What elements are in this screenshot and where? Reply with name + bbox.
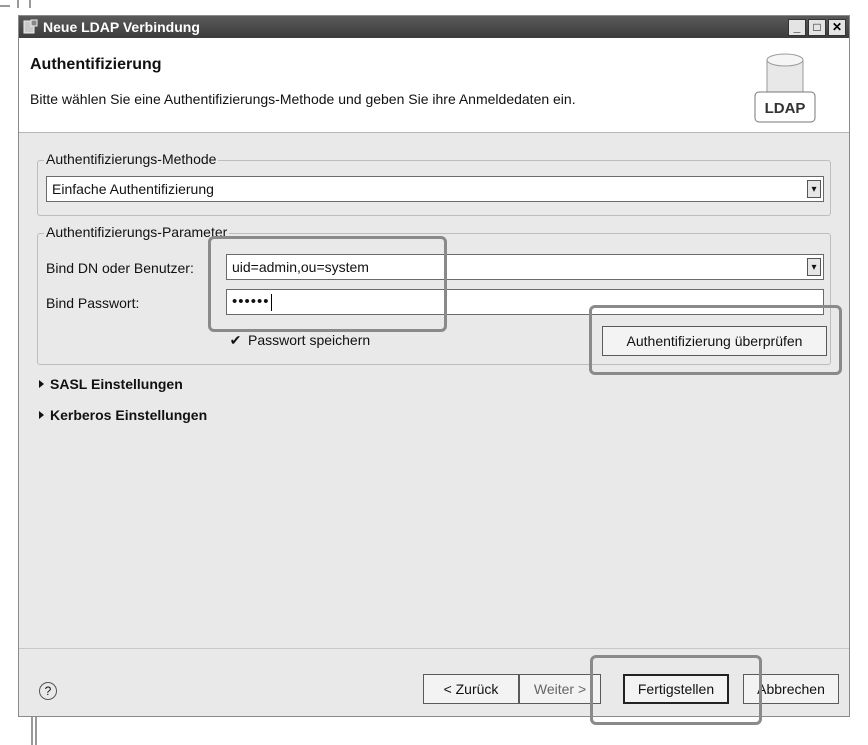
app-icon [23,19,38,34]
triangle-right-icon [39,380,44,388]
bind-password-field[interactable]: •••••• [226,289,824,315]
ldap-icon: LDAP [754,53,816,123]
triangle-right-icon [39,411,44,419]
footer-divider [19,648,849,649]
save-password-row[interactable]: ✔ Passwort speichern [229,332,371,348]
chevron-down-icon[interactable]: ▾ [807,180,821,198]
kerberos-settings-toggle[interactable]: Kerberos Einstellungen [39,407,207,423]
wizard-header: Authentifizierung Bitte wählen Sie eine … [19,38,849,133]
params-group-legend: Authentifizierungs-Parameter [44,224,230,240]
bind-password-label: Bind Passwort: [46,295,140,311]
auth-method-select[interactable]: Einfache Authentifizierung ▾ [46,176,824,202]
next-button[interactable]: Weiter > [519,674,601,704]
back-button[interactable]: < Zurück [423,674,519,704]
save-password-label: Passwort speichern [248,332,371,348]
bind-dn-value: uid=admin,ou=system [232,259,369,275]
page-description: Bitte wählen Sie eine Authentifizierungs… [30,91,576,107]
page-title: Authentifizierung [30,56,162,73]
ldap-icon-label: LDAP [765,100,806,117]
window-title: Neue LDAP Verbindung [43,19,200,35]
save-password-checkbox[interactable]: ✔ [229,333,242,347]
bind-dn-select[interactable]: uid=admin,ou=system ▾ [226,254,824,280]
bind-dn-label: Bind DN oder Benutzer: [46,260,194,276]
sasl-settings-label: SASL Einstellungen [50,376,183,392]
chevron-down-icon[interactable]: ▾ [807,258,821,276]
help-icon[interactable]: ? [39,682,57,700]
close-button[interactable]: ✕ [828,18,846,36]
ldap-wizard-dialog: Neue LDAP Verbindung _ □ ✕ Authentifizie… [18,15,850,717]
finish-button[interactable]: Fertigstellen [623,674,729,704]
check-authentication-button[interactable]: Authentifizierung überprüfen [602,326,827,356]
title-bar[interactable]: Neue LDAP Verbindung _ □ ✕ [19,16,849,38]
method-group-legend: Authentifizierungs-Methode [44,151,219,167]
minimize-button[interactable]: _ [788,18,806,36]
cancel-button[interactable]: Abbrechen [743,674,839,704]
sasl-settings-toggle[interactable]: SASL Einstellungen [39,376,183,392]
bind-password-value: •••••• [232,293,272,311]
kerberos-settings-label: Kerberos Einstellungen [50,407,208,423]
auth-method-value: Einfache Authentifizierung [52,181,214,197]
maximize-button[interactable]: □ [808,18,826,36]
